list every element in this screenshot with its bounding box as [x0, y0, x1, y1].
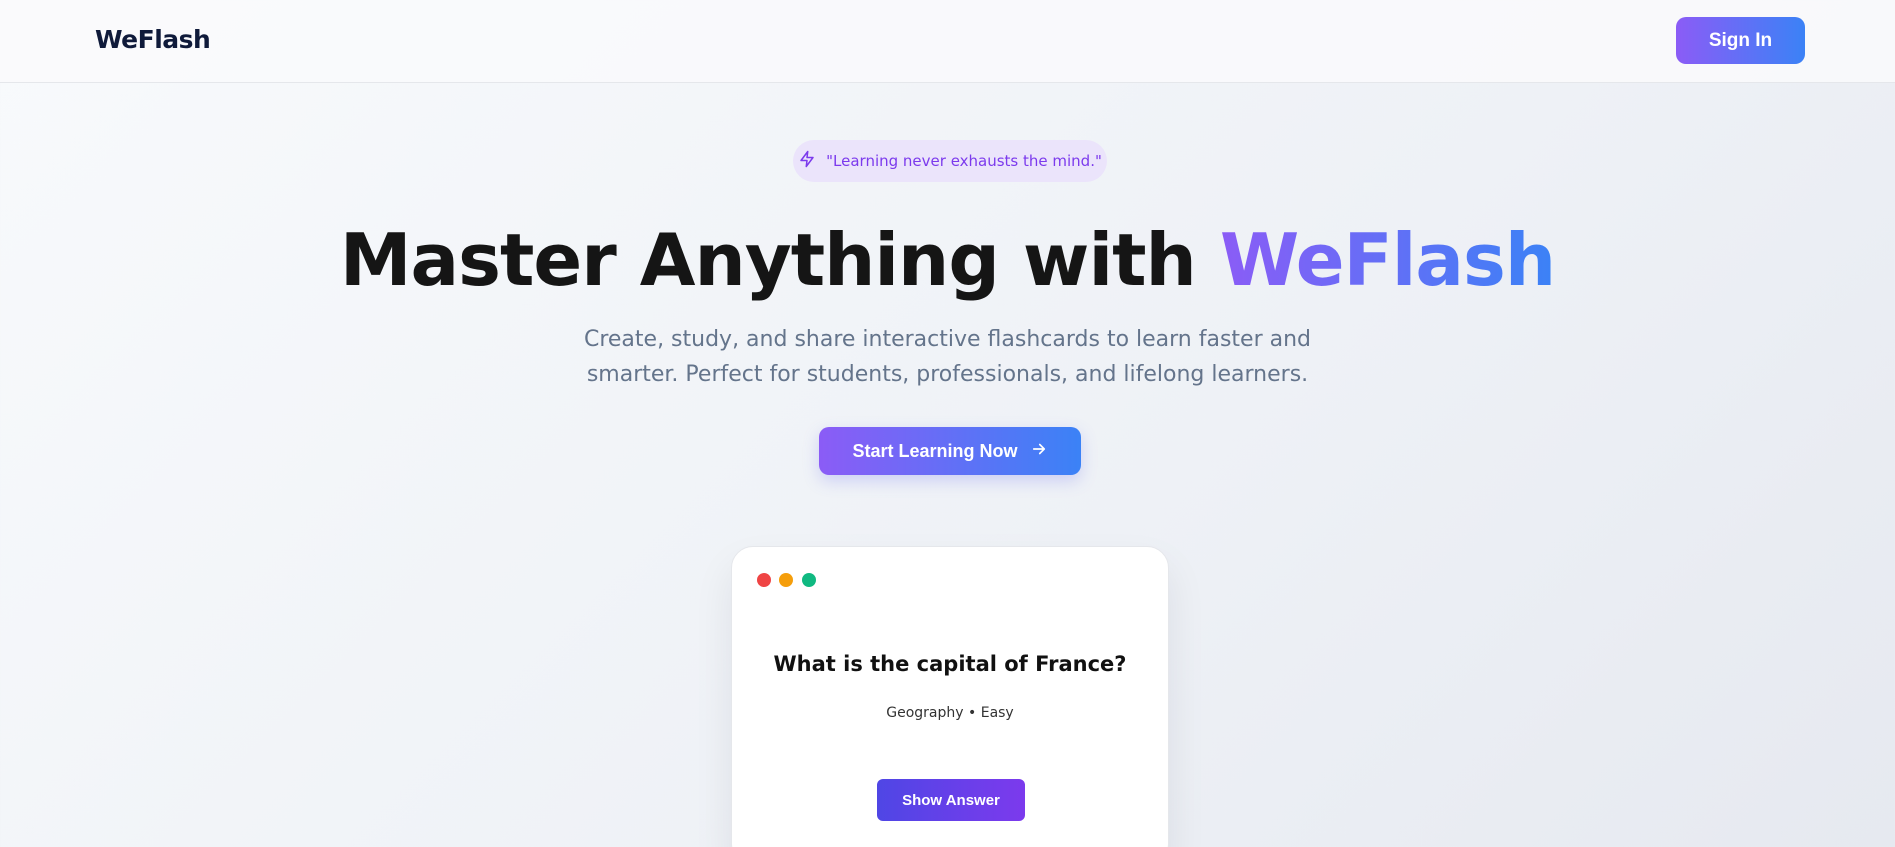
start-learning-button[interactable]: Start Learning Now [819, 427, 1081, 475]
window-dot-red [757, 573, 771, 587]
lightning-bolt-icon [798, 150, 816, 172]
arrow-right-icon [1030, 440, 1048, 463]
cta-label: Start Learning Now [852, 440, 1018, 461]
hero-subtitle: Create, study, and share interactive fla… [583, 327, 1312, 387]
hero-headline: Master Anything with WeFlash [0, 218, 1895, 302]
flashcard-meta: Geography • Easy [886, 705, 1014, 721]
headline-accent: WeFlash [1219, 218, 1556, 302]
flashcard-question: What is the capital of France? [773, 652, 1127, 676]
window-dot-yellow [779, 573, 793, 587]
sign-in-button[interactable]: Sign In [1676, 17, 1805, 64]
brand-logo[interactable]: WeFlash [95, 25, 211, 54]
quote-badge: "Learning never exhausts the mind." [793, 140, 1107, 182]
flashcard-preview: What is the capital of France? Geography… [731, 546, 1169, 847]
top-navbar: WeFlash Sign In [0, 0, 1895, 83]
window-dot-green [802, 573, 816, 587]
show-answer-button[interactable]: Show Answer [877, 779, 1025, 821]
quote-text: "Learning never exhausts the mind." [826, 152, 1102, 170]
headline-main: Master Anything with [339, 218, 1220, 302]
